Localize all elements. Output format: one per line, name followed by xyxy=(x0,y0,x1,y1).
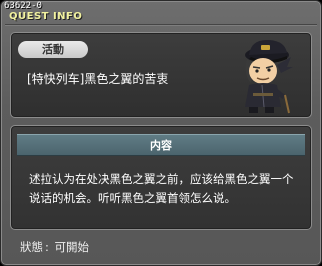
status-label: 狀態 xyxy=(20,240,43,254)
status-value: 可開始 xyxy=(54,240,90,254)
quest-name: [特快列车]黑色之翼的苦衷 xyxy=(27,72,169,86)
quest-status: 狀態: 可開始 xyxy=(20,240,90,254)
quest-description: 述拉认为在处决黑色之翼之前，应该给黑色之翼一个说话的机会。听听黑色之翼首领怎么说… xyxy=(29,172,294,205)
quest-id: 63622-0 xyxy=(4,1,42,11)
content-header: 内容 xyxy=(17,134,305,156)
quest-category-badge: 活動 xyxy=(18,41,88,58)
window-title: QUEST INFO xyxy=(9,11,83,22)
title-divider xyxy=(5,24,317,26)
quest-summary-panel: 活動 [特快列车]黑色之翼的苦衷 xyxy=(10,32,312,118)
quest-content-panel: 内容 述拉认为在处决黑色之翼之前，应该给黑色之翼一个说话的机会。听听黑色之翼首领… xyxy=(10,125,312,230)
npc-portrait-icon xyxy=(245,39,293,114)
quest-info-window: 63622-0 QUEST INFO 活動 [特快列车]黑色之翼的苦衷 内容 述… xyxy=(0,0,322,266)
